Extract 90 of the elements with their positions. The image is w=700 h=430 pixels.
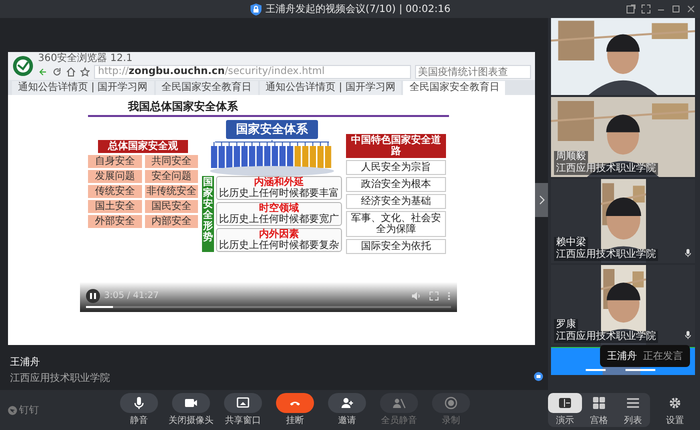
participant-organization: 江西应用技术职业学院 (554, 249, 658, 261)
button-label: 列表 (624, 414, 642, 427)
button-label: 录制 (442, 414, 460, 427)
presenter-name: 王浦舟 (10, 356, 41, 369)
view-tab[interactable] (548, 393, 582, 413)
list-icon (626, 396, 640, 410)
card-heading: 内涵和外延 (254, 177, 304, 188)
back-icon[interactable] (38, 67, 48, 77)
principle-label: 人民安全为宗旨 (346, 160, 446, 175)
browser-tab[interactable]: 通知公告详情页 | 国开学习网 (260, 81, 402, 95)
chevron-right-icon (538, 195, 544, 205)
concept-label: 非传统安全 (144, 185, 198, 198)
button-label: 关闭摄像头 (168, 414, 214, 427)
speaking-status: 正在发言 (643, 350, 683, 363)
button-label: 设置 (666, 414, 684, 427)
concept-label: 传统安全 (88, 185, 142, 198)
call-control-button[interactable] (172, 393, 210, 413)
participant-name: 赖中梁 (554, 237, 588, 249)
mic-icon (132, 396, 146, 410)
card-text: 比历史上任何时候都要宽广 (218, 214, 340, 225)
record-icon (444, 396, 458, 410)
concept-label: 发展问题 (88, 170, 142, 183)
pop-out-icon[interactable] (626, 4, 636, 14)
volume-icon[interactable] (411, 291, 421, 301)
button-label: 共享窗口 (225, 414, 261, 427)
section-header: 总体国家安全观 (98, 140, 188, 153)
concept-label: 国民安全 (144, 200, 198, 213)
window-title: 王浦舟发起的视频会议(7/10) | 00:02:16 (266, 2, 450, 16)
button-label: 演示 (556, 414, 574, 427)
vertical-label: 国家安全形势 (202, 176, 214, 252)
speaker-name: 王浦舟 (607, 350, 637, 363)
button-label: 挂断 (286, 414, 304, 427)
call-control-button[interactable] (276, 393, 314, 413)
app-name: 钉钉 (19, 404, 39, 417)
concept-label: 内部安全 (144, 215, 198, 228)
button-label: 静音 (130, 414, 148, 427)
card-text: 比历史上任何时候都要丰富 (218, 188, 340, 199)
search-field[interactable]: 美国疫情统计图表查 (415, 65, 531, 79)
principle-label: 军事、文化、社会安全为保障 (346, 211, 446, 237)
settings-icon (668, 396, 682, 410)
slide-title: 我国总体国家安全体系 (88, 99, 449, 117)
section-header: 中国特色国家安全道路 (346, 134, 446, 158)
card-heading: 内外因素 (259, 229, 299, 240)
maximize-icon[interactable] (671, 4, 681, 14)
concept-label: 自身安全 (88, 155, 142, 168)
participant-name: 周顺毅 (554, 151, 588, 163)
concept-label: 安全问题 (144, 170, 198, 183)
diagram-header: 国家安全体系 (226, 120, 318, 139)
app-logo-icon (8, 406, 17, 414)
browser-title: 360安全浏览器 12.1 (38, 53, 134, 65)
presenter-organization: 江西应用技术职业学院 (10, 372, 110, 385)
principle-label: 政治安全为根本 (346, 177, 446, 192)
browser-tab[interactable]: 全民国家安全教育日 (156, 81, 258, 95)
card-heading: 时空领域 (259, 203, 299, 214)
address-field[interactable]: http://zongbu.ouchn.cn/security/index.html (94, 65, 411, 79)
shield-lock-icon (250, 2, 262, 16)
principle-label: 经济安全为基础 (346, 194, 446, 209)
principle-label: 国际安全为依托 (346, 239, 446, 254)
screen-share-icon (236, 396, 250, 410)
button-label: 邀请 (338, 414, 356, 427)
home-icon[interactable] (66, 67, 76, 77)
card-text: 比历史上任何时候都要复杂 (218, 240, 340, 251)
more-icon[interactable] (447, 291, 451, 301)
browser-tab[interactable]: 通知公告详情页 | 国开学习网 (12, 81, 154, 95)
button-label: 宫格 (590, 414, 608, 427)
concept-label: 国土安全 (88, 200, 142, 213)
browser-tab[interactable]: 全民国家安全教育日 (403, 81, 506, 95)
chat-icon[interactable] (534, 372, 543, 381)
presentation-view-icon (558, 396, 572, 410)
browser-logo-icon (12, 55, 34, 77)
camera-icon (184, 396, 198, 410)
button-label: 全员静音 (381, 414, 417, 427)
muted-people-icon (392, 396, 406, 410)
refresh-icon[interactable] (52, 67, 62, 77)
call-control-button[interactable] (224, 393, 262, 413)
collapse-handle[interactable] (535, 183, 548, 217)
add-person-icon (340, 396, 354, 410)
grid-icon (592, 396, 606, 410)
participant-organization: 江西应用技术职业学院 (554, 331, 658, 343)
participant-name: 罗康 (554, 319, 578, 331)
star-icon[interactable] (80, 67, 90, 77)
participant-organization: 江西应用技术职业学院 (554, 163, 658, 175)
concept-label: 共同安全 (144, 155, 198, 168)
call-control-button[interactable] (120, 393, 158, 413)
fullscreen-icon[interactable] (641, 4, 651, 14)
concept-label: 外部安全 (88, 215, 142, 228)
close-icon[interactable] (686, 4, 696, 14)
call-control-button[interactable] (328, 393, 366, 413)
playback-time: 3:05 / 41:27 (104, 291, 159, 301)
pause-button[interactable] (86, 289, 100, 303)
